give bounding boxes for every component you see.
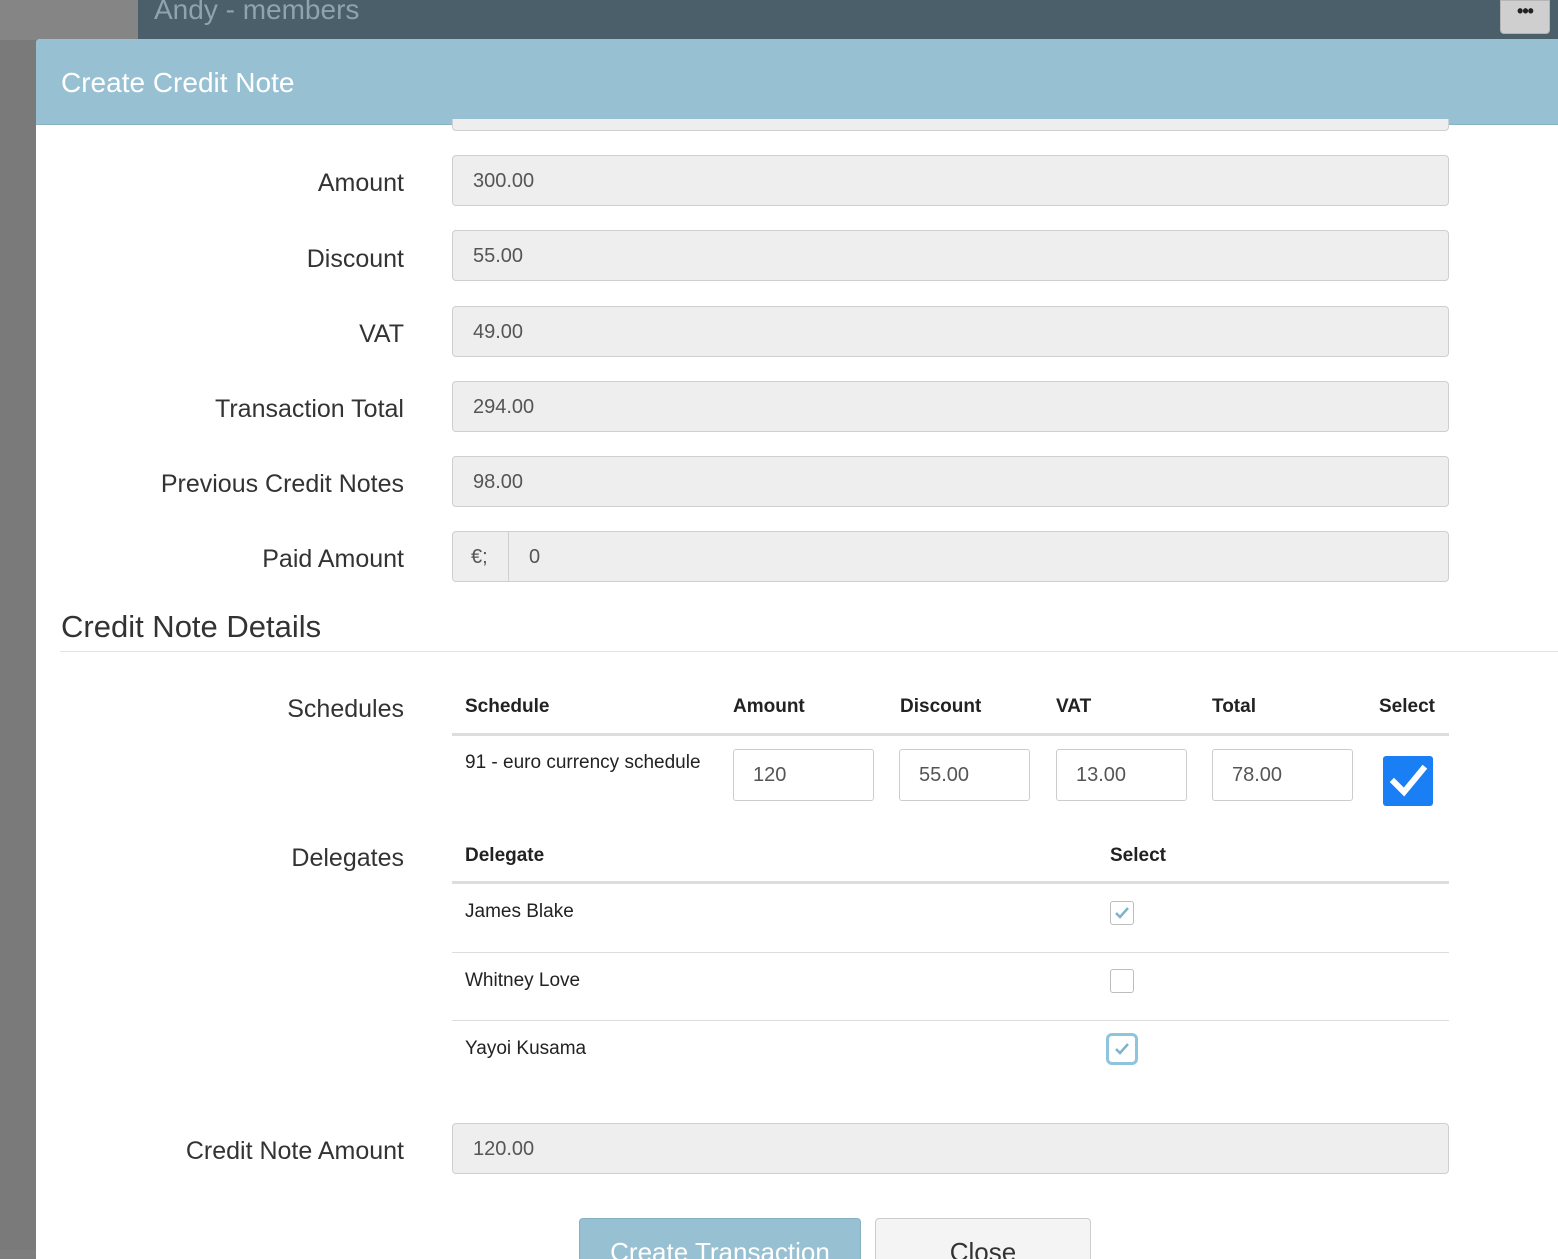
modal-title: Create Credit Note (61, 67, 295, 98)
delegate-checkbox-3[interactable] (1106, 1033, 1138, 1065)
delegate-name-3: Yayoi Kusama (465, 1038, 587, 1059)
schedule-amount-input[interactable]: 120 (733, 749, 874, 801)
credit-note-details-title: Credit Note Details (61, 609, 322, 644)
delegate-column-header: Delegate (465, 845, 545, 866)
currency-addon: €; (453, 532, 509, 581)
schedule-column-header: Schedule (465, 696, 550, 717)
background-page-header: Andy - members ••• (138, 0, 1558, 40)
schedule-total-input[interactable]: 78.00 (1212, 749, 1353, 801)
section-divider (60, 651, 1558, 652)
row-divider (452, 1020, 1449, 1021)
checkmark-icon (1115, 907, 1129, 919)
total-column-header: Total (1212, 696, 1256, 717)
checkmark-icon (1115, 1043, 1129, 1055)
amount-label: Amount (317, 169, 404, 197)
scrolled-field-edge (452, 119, 1449, 131)
vat-field[interactable]: 49.00 (452, 306, 1449, 357)
more-options-button[interactable]: ••• (1500, 0, 1550, 34)
select-column-header: Select (1379, 696, 1435, 717)
close-button[interactable]: Close (875, 1218, 1091, 1259)
discount-field[interactable]: 55.00 (452, 230, 1449, 281)
credit-note-amount-field[interactable]: 120.00 (452, 1123, 1449, 1174)
previous-credit-notes-label: Previous Credit Notes (160, 470, 404, 498)
transaction-total-label: Transaction Total (215, 395, 404, 423)
create-credit-note-modal: Create Credit Note Amount 300.00 Discoun… (36, 39, 1558, 1259)
discount-column-header: Discount (900, 696, 982, 717)
vat-label: VAT (359, 320, 404, 348)
amount-column-header: Amount (733, 696, 805, 717)
amount-field[interactable]: 300.00 (452, 155, 1449, 206)
delegate-checkbox-1[interactable] (1110, 901, 1134, 925)
page-backdrop (0, 0, 38, 1250)
paid-amount-input-group: €; 0 (452, 531, 1449, 582)
page-backdrop-strip (0, 0, 140, 40)
checkmark-icon (1389, 764, 1428, 797)
create-transaction-button[interactable]: Create Transaction (579, 1218, 861, 1259)
background-page-title: Andy - members (154, 0, 360, 25)
delegate-select-column-header: Select (1110, 845, 1166, 866)
discount-label: Discount (306, 245, 404, 273)
schedule-name: 91 - euro currency schedule (465, 752, 701, 773)
delegate-checkbox-2[interactable] (1110, 969, 1134, 993)
schedule-discount-input[interactable]: 55.00 (899, 749, 1030, 801)
delegate-name-2: Whitney Love (465, 970, 581, 991)
modal-header: Create Credit Note (36, 39, 1558, 125)
paid-amount-field[interactable]: 0 (509, 532, 1448, 581)
paid-amount-label: Paid Amount (262, 545, 404, 573)
delegates-header-rule (452, 881, 1449, 884)
credit-note-amount-label: Credit Note Amount (185, 1137, 404, 1165)
schedule-vat-input[interactable]: 13.00 (1056, 749, 1187, 801)
delegate-name-1: James Blake (465, 901, 574, 922)
delegates-label: Delegates (291, 844, 404, 872)
transaction-total-field[interactable]: 294.00 (452, 381, 1449, 432)
previous-credit-notes-field[interactable]: 98.00 (452, 456, 1449, 507)
schedules-header-rule (452, 733, 1449, 736)
schedules-label: Schedules (287, 695, 404, 723)
row-divider (452, 952, 1449, 953)
vat-column-header: VAT (1056, 696, 1092, 717)
schedule-select-checkbox[interactable] (1383, 756, 1433, 806)
